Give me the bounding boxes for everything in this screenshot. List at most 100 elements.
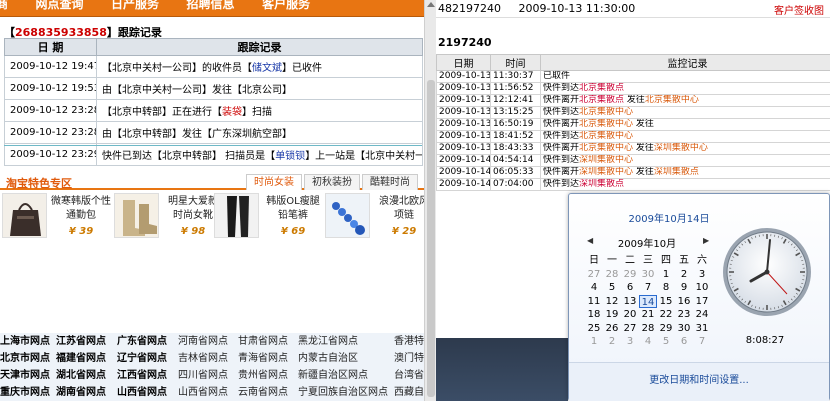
- calendar-day[interactable]: 19: [603, 308, 621, 321]
- calendar-day[interactable]: 22: [657, 308, 675, 321]
- calendar-day[interactable]: 10: [693, 281, 711, 294]
- nav-item[interactable]: 日产服务: [111, 0, 159, 10]
- change-datetime-link[interactable]: 更改日期和时间设置...: [569, 371, 829, 386]
- calendar-day[interactable]: 11: [585, 295, 603, 308]
- calendar-day[interactable]: 9: [675, 281, 693, 294]
- calendar-day[interactable]: 7: [639, 281, 657, 294]
- calendar-day[interactable]: 2: [675, 268, 693, 281]
- product-name-line2[interactable]: 项链: [394, 210, 414, 221]
- vertical-scrollbar[interactable]: [424, 0, 436, 401]
- region-link[interactable]: 河南省网点: [178, 333, 228, 350]
- product-name[interactable]: 微寒韩版个性: [51, 196, 111, 207]
- region-link[interactable]: 内蒙古自治区: [298, 350, 358, 367]
- region-link[interactable]: 山西省网点: [178, 384, 228, 401]
- calendar-day[interactable]: 4: [639, 335, 657, 348]
- product-card[interactable]: 韩版OL瘦腿 铅笔裤 ¥ 69: [214, 193, 326, 245]
- product-name[interactable]: 韩版OL瘦腿: [266, 196, 319, 207]
- tab-shoes[interactable]: 酷鞋时尚: [362, 174, 418, 190]
- region-link[interactable]: 四川省网点: [178, 367, 228, 384]
- calendar-day[interactable]: 6: [621, 281, 639, 294]
- calendar-day[interactable]: 6: [675, 335, 693, 348]
- region-link[interactable]: 湖南省网点: [56, 384, 106, 401]
- calendar-month-label[interactable]: 2009年10月: [589, 235, 705, 250]
- calendar-day[interactable]: 4: [585, 281, 603, 294]
- calendar-day[interactable]: 15: [657, 295, 675, 308]
- region-link[interactable]: 山西省网点: [117, 384, 167, 401]
- calendar-day[interactable]: 12: [603, 295, 621, 308]
- calendar-day[interactable]: 30: [639, 268, 657, 281]
- calendar-day[interactable]: 1: [657, 268, 675, 281]
- region-link[interactable]: 黑龙江省网点: [298, 333, 358, 350]
- calendar-day[interactable]: 29: [657, 322, 675, 335]
- calendar-day[interactable]: 5: [657, 335, 675, 348]
- calendar-day[interactable]: 18: [585, 308, 603, 321]
- region-link[interactable]: 宁夏回族自治区网点: [298, 384, 388, 401]
- region-link[interactable]: 江苏省网点: [56, 333, 106, 350]
- region-link[interactable]: 云南省网点: [238, 384, 288, 401]
- region-link[interactable]: 重庆市网点: [0, 384, 50, 401]
- region-link[interactable]: 甘肃省网点: [238, 333, 288, 350]
- region-link[interactable]: 青海省网点: [238, 350, 288, 367]
- calendar-day[interactable]: 3: [621, 335, 639, 348]
- region-link[interactable]: 上海市网点: [0, 333, 50, 350]
- calendar-day[interactable]: 24: [693, 308, 711, 321]
- region-link[interactable]: 天津市网点: [0, 367, 50, 384]
- product-image[interactable]: [325, 193, 370, 238]
- calendar-day[interactable]: 16: [675, 295, 693, 308]
- product-name[interactable]: 浪漫北欧风: [379, 196, 429, 207]
- product-name-line2[interactable]: 时尚女靴: [173, 210, 213, 221]
- calendar-day[interactable]: 1: [585, 335, 603, 348]
- scroll-thumb[interactable]: [427, 80, 435, 397]
- calendar-day[interactable]: 7: [693, 335, 711, 348]
- calendar-day[interactable]: 27: [585, 268, 603, 281]
- calendar-day[interactable]: 28: [639, 322, 657, 335]
- calendar-day[interactable]: 21: [639, 308, 657, 321]
- product-image[interactable]: [114, 193, 159, 238]
- calendar-day[interactable]: 14: [639, 294, 657, 308]
- product-name-line2[interactable]: 铅笔裤: [278, 210, 308, 221]
- calendar-day[interactable]: 2: [603, 335, 621, 348]
- calendar-day[interactable]: 17: [693, 295, 711, 308]
- region-link[interactable]: 贵州省网点: [238, 367, 288, 384]
- calendar-day[interactable]: 25: [585, 322, 603, 335]
- calendar-day[interactable]: 28: [603, 268, 621, 281]
- nav-item[interactable]: 招聘信息: [187, 0, 235, 10]
- region-link[interactable]: 广东省网点: [117, 333, 167, 350]
- product-name-line2[interactable]: 通勤包: [66, 210, 96, 221]
- calendar-day[interactable]: 27: [621, 322, 639, 335]
- nav-item[interactable]: 商: [0, 0, 8, 10]
- region-link[interactable]: 新疆自治区网点: [298, 367, 368, 384]
- region-link[interactable]: 台湾省: [394, 367, 424, 384]
- region-link[interactable]: 福建省网点: [56, 350, 106, 367]
- scroll-up-icon[interactable]: [427, 2, 435, 7]
- nav-item[interactable]: 客户服务: [262, 0, 310, 10]
- calendar-day[interactable]: 30: [675, 322, 693, 335]
- calendar-day[interactable]: 31: [693, 322, 711, 335]
- tab-autumn[interactable]: 初秋装扮: [304, 174, 360, 190]
- tab-fashion-women[interactable]: 时尚女装: [246, 174, 302, 190]
- nav-item[interactable]: 网点查询: [36, 0, 84, 10]
- product-card[interactable]: 浪漫北欧风 项链 ¥ 29: [325, 193, 429, 245]
- next-month-icon[interactable]: ▶: [703, 236, 709, 245]
- calendar-day[interactable]: 23: [675, 308, 693, 321]
- product-image[interactable]: [214, 193, 259, 238]
- region-link[interactable]: 北京市网点: [0, 350, 50, 367]
- product-image[interactable]: [2, 193, 47, 238]
- calendar-day[interactable]: 5: [603, 281, 621, 294]
- calendar-current-date[interactable]: 2009年10月14日: [569, 210, 769, 225]
- region-link[interactable]: 澳门特: [394, 350, 424, 367]
- region-link[interactable]: 辽宁省网点: [117, 350, 167, 367]
- calendar-day[interactable]: 8: [657, 281, 675, 294]
- calendar-day[interactable]: 26: [603, 322, 621, 335]
- region-link[interactable]: 西藏自: [394, 384, 424, 401]
- region-link[interactable]: 香港特: [394, 333, 424, 350]
- region-link[interactable]: 江西省网点: [117, 367, 167, 384]
- calendar-day[interactable]: 3: [693, 268, 711, 281]
- region-link[interactable]: 湖北省网点: [56, 367, 106, 384]
- region-link[interactable]: 吉林省网点: [178, 350, 228, 367]
- product-card[interactable]: 微寒韩版个性 通勤包 ¥ 39: [2, 193, 114, 245]
- product-name[interactable]: 明星大爱款: [168, 196, 218, 207]
- calendar-day[interactable]: 20: [621, 308, 639, 321]
- product-card[interactable]: 明星大爱款 时尚女靴 ¥ 98: [114, 193, 226, 245]
- customer-signature-link[interactable]: 客户签收图: [774, 2, 824, 17]
